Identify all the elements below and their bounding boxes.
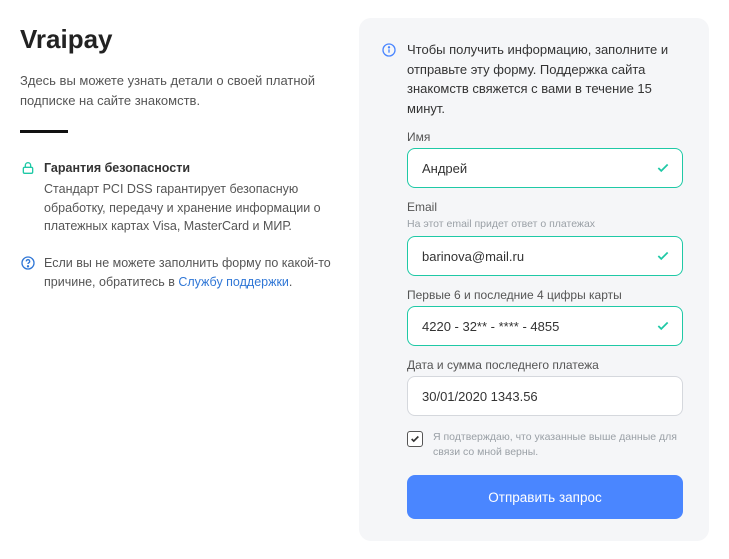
question-icon bbox=[20, 255, 36, 271]
email-label: Email bbox=[407, 200, 683, 214]
help-text: Если вы не можете заполнить форму по как… bbox=[44, 254, 335, 292]
payment-input-wrap[interactable] bbox=[407, 376, 683, 416]
name-input-wrap[interactable] bbox=[407, 148, 683, 188]
page-title: Vraipay bbox=[20, 24, 335, 55]
lock-icon bbox=[20, 160, 36, 176]
consent-text: Я подтверждаю, что указанные выше данные… bbox=[433, 430, 683, 459]
submit-button[interactable]: Отправить запрос bbox=[407, 475, 683, 519]
name-input[interactable] bbox=[422, 161, 646, 176]
support-link[interactable]: Службу поддержки bbox=[178, 275, 289, 289]
email-input[interactable] bbox=[422, 249, 646, 264]
name-label: Имя bbox=[407, 130, 683, 144]
check-icon bbox=[656, 319, 670, 333]
payment-label: Дата и сумма последнего платежа bbox=[407, 358, 683, 372]
check-icon bbox=[656, 161, 670, 175]
check-icon bbox=[656, 249, 670, 263]
consent-checkbox[interactable] bbox=[407, 431, 423, 447]
email-input-wrap[interactable] bbox=[407, 236, 683, 276]
page-subtitle: Здесь вы можете узнать детали о своей пл… bbox=[20, 71, 335, 110]
payment-input[interactable] bbox=[422, 389, 646, 404]
email-hint: На этот email придет ответ о платежах bbox=[407, 218, 683, 230]
security-heading: Гарантия безопасности bbox=[44, 159, 335, 178]
divider bbox=[20, 130, 68, 133]
card-label: Первые 6 и последние 4 цифры карты bbox=[407, 288, 683, 302]
card-input-wrap[interactable] bbox=[407, 306, 683, 346]
info-icon bbox=[381, 42, 397, 58]
card-input[interactable] bbox=[422, 319, 646, 334]
form-notice: Чтобы получить информацию, заполните и о… bbox=[407, 40, 683, 118]
security-text: Стандарт PCI DSS гарантирует безопасную … bbox=[44, 182, 321, 234]
